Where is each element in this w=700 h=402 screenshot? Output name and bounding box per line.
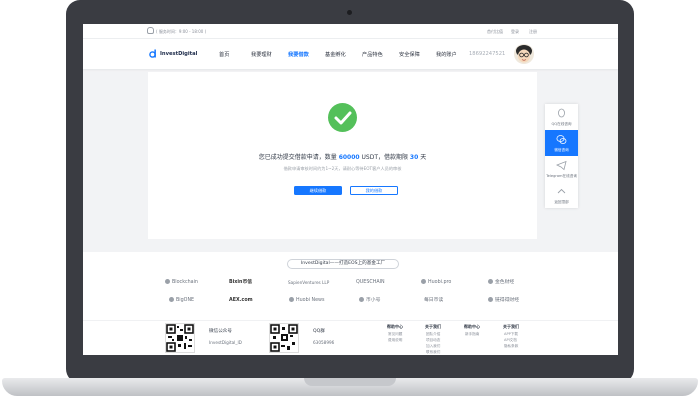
wechat-qr-code — [165, 323, 195, 353]
nav-home[interactable]: 首页 — [219, 51, 229, 58]
main-nav: InvestDigital 首页 我要理财 我要借款 基金孵化 产品特色 安全保… — [83, 39, 618, 69]
partner-logo[interactable]: Huobi News — [289, 297, 324, 305]
footer-link[interactable]: 常见问题 — [388, 332, 402, 337]
camera-dot — [347, 10, 352, 15]
partner-logo[interactable]: AEX.com — [229, 297, 253, 305]
my-loans-button[interactable]: 我的借款 — [350, 186, 398, 195]
footer-link[interactable]: 费用说明 — [388, 338, 402, 343]
qq-qr-code — [269, 323, 299, 353]
footer-link[interactable]: 团队介绍 — [426, 332, 440, 337]
footer-col-about-2: 关于我们 — [503, 324, 519, 329]
partner-logo[interactable]: 每日币读 — [424, 297, 443, 305]
headset-icon — [147, 27, 154, 34]
partner-logo[interactable]: 币小号 — [359, 297, 380, 305]
wechat-icon — [556, 135, 567, 144]
user-phone: 18692247521 — [469, 51, 506, 57]
partner-logo[interactable]: 金色财经 — [488, 279, 514, 287]
nav-fund-incubation[interactable]: 基金孵化 — [325, 51, 346, 58]
continue-borrow-button[interactable]: 继续借款 — [294, 186, 342, 195]
partner-logo[interactable]: Bixin币信 — [229, 279, 252, 287]
footer-link[interactable]: 联系我们 — [426, 350, 440, 355]
partner-logo[interactable]: Blockchain — [165, 279, 198, 287]
logo-icon — [149, 49, 156, 58]
top-info-bar: ( 服务时间：9:00 - 18:00 ) 首付比值 登录 注册 — [83, 24, 618, 39]
footer-col-about: 关于我们 — [425, 324, 441, 329]
laptop-notch — [304, 378, 396, 386]
wechat-id: InvestDigital_ID — [209, 340, 242, 345]
nav-invest[interactable]: 我要理财 — [251, 51, 272, 58]
footer-link[interactable]: API文档 — [504, 338, 517, 343]
telegram-consult[interactable]: Telegram在线咨询 — [545, 156, 578, 182]
qq-group-title: QQ群 — [313, 329, 325, 334]
wechat-consult[interactable]: 微信咨询 — [545, 130, 578, 156]
footer: 微信公众号 InvestDigital_ID QQ群 63058996 帮助中心… — [83, 320, 618, 355]
partner-logo[interactable]: SapienVentures LLP — [288, 279, 329, 287]
partner-logo[interactable]: BigONE — [169, 297, 194, 305]
logo-text[interactable]: InvestDigital — [160, 51, 197, 57]
review-notice: 借款申请审核时间约为1~2天，请耐心等待EOT客户人员的审核 — [283, 166, 402, 171]
nav-borrow[interactable]: 我要借款 — [288, 51, 309, 58]
browser-screen: ( 服务时间：9:00 - 18:00 ) 首付比值 登录 注册 InvestD… — [83, 24, 618, 355]
login-link[interactable]: 登录 — [511, 29, 519, 35]
success-message: 您已成功提交借款申请，数量 60000 USDT，借款期限 30 天 — [258, 154, 427, 161]
partner-logo[interactable]: 链得得财经 — [488, 297, 519, 305]
footer-col-help-2: 帮助中心 — [464, 324, 480, 329]
loan-term: 30 — [409, 154, 419, 161]
footer-link[interactable]: 新手指南 — [465, 332, 479, 337]
floating-contact-bar: QQ在线咨询 微信咨询 Telegram在线咨询 返回顶部 — [545, 104, 578, 208]
qq-consult[interactable]: QQ在线咨询 — [545, 104, 578, 130]
topbar-link-ratio[interactable]: 首付比值 — [487, 29, 503, 35]
partner-logo[interactable]: QUESCHAIN — [356, 279, 385, 287]
footer-link[interactable]: 隐私条款 — [504, 344, 518, 349]
chevron-up-icon — [557, 188, 566, 194]
success-check-icon — [328, 103, 357, 132]
slogan: InvestDigital——打造EOS上的基金工厂 — [287, 259, 399, 269]
wechat-title: 微信公众号 — [209, 329, 232, 334]
qq-group-id: 63058996 — [313, 340, 335, 345]
footer-col-help: 帮助中心 — [387, 324, 403, 329]
nav-my-account[interactable]: 我的账户 — [436, 51, 457, 58]
loan-amount: 60000 — [338, 154, 360, 161]
footer-link[interactable]: APP下载 — [504, 332, 518, 337]
avatar[interactable] — [514, 44, 534, 64]
nav-security[interactable]: 安全保障 — [399, 51, 420, 58]
telegram-icon — [556, 160, 567, 171]
footer-link[interactable]: 加入我们 — [426, 344, 440, 349]
partner-logo[interactable]: Huobi.pro — [421, 279, 451, 287]
qq-icon — [558, 108, 565, 118]
register-link[interactable]: 注册 — [529, 29, 537, 35]
result-card: 您已成功提交借款申请，数量 60000 USDT，借款期限 30 天 借款申请审… — [148, 72, 537, 239]
nav-features[interactable]: 产品特色 — [362, 51, 383, 58]
back-to-top[interactable]: 返回顶部 — [545, 182, 578, 208]
footer-link[interactable]: 项目动态 — [426, 338, 440, 343]
service-hours: ( 服务时间：9:00 - 18:00 ) — [156, 29, 207, 34]
